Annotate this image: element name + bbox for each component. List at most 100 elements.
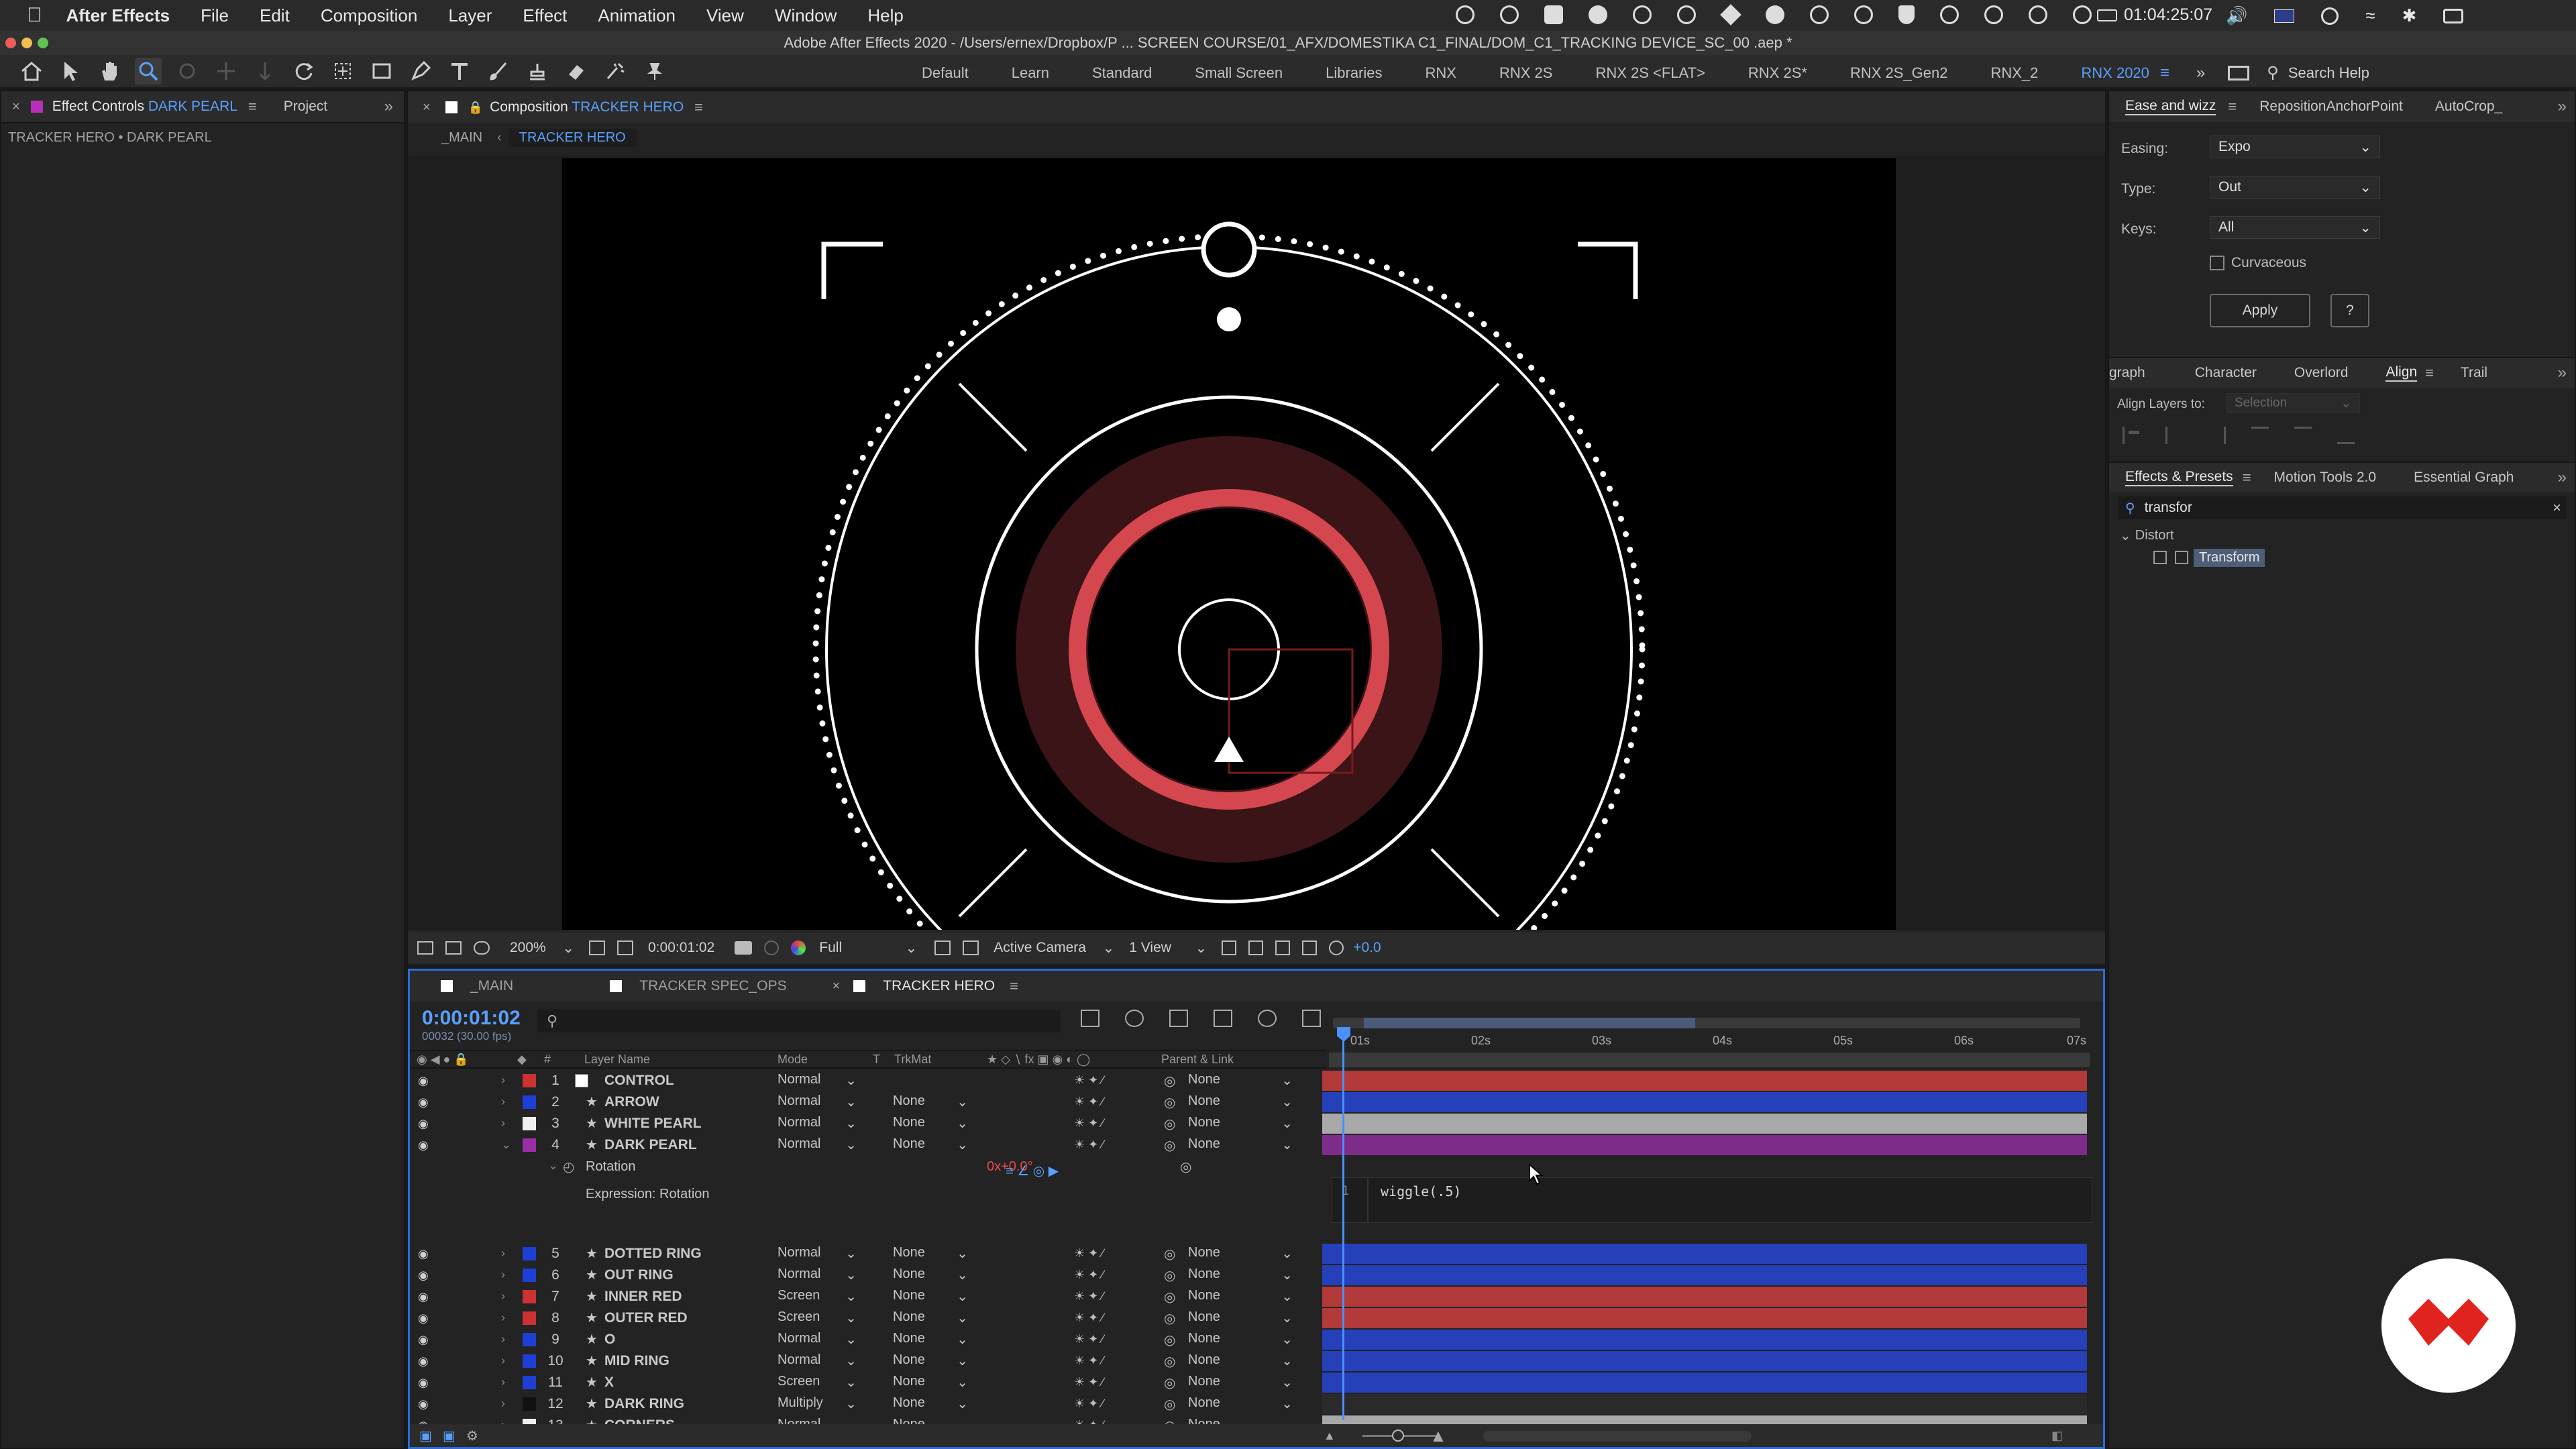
layer-row[interactable]: ◉ › 2 ★ ARROW Normal ⌄ None ⌄ ☀ ✦ ∕ ◎ None ⌄ xyxy=(410,1091,2103,1113)
status-icon[interactable] xyxy=(1854,5,1873,24)
graph-editor-icon[interactable] xyxy=(1302,1010,1321,1027)
zoom-tool-icon[interactable] xyxy=(135,58,162,85)
layer-row[interactable]: ◉ › 12 ★ DARK RING Multiply ⌄ None ⌄ ☀ ✦ ∕ ◎ None ⌄ xyxy=(410,1393,2103,1415)
clone-stamp-tool-icon[interactable] xyxy=(524,58,551,85)
workspace-learn[interactable]: Learn xyxy=(1012,64,1049,82)
label-color-icon[interactable] xyxy=(523,1290,536,1303)
layer-row[interactable]: ◉ › 7 ★ INNER RED Screen ⌄ None ⌄ ☀ ✦ ∕ ◎ None ⌄ xyxy=(410,1286,2103,1307)
trkmat-dropdown[interactable]: None ⌄ xyxy=(893,1352,973,1370)
label-color-icon[interactable] xyxy=(523,1138,536,1152)
trkmat-dropdown[interactable]: None ⌄ xyxy=(893,1267,973,1284)
workspace-rnx-2020[interactable]: RNX 2020 xyxy=(2081,64,2149,82)
label-color-icon[interactable] xyxy=(523,1269,536,1282)
type-tool-icon[interactable] xyxy=(446,58,473,85)
layer-name[interactable]: MID RING xyxy=(604,1353,669,1369)
pickwhip-icon[interactable]: ◎ xyxy=(1164,1137,1175,1154)
chevron-right-icon[interactable]: › xyxy=(501,1268,505,1282)
align-vertical-center-icon[interactable] xyxy=(2294,427,2312,444)
checkbox-box[interactable] xyxy=(2210,256,2224,270)
mode-dropdown[interactable]: Normal ⌄ xyxy=(777,1093,862,1111)
rotation-tool-icon[interactable] xyxy=(290,58,317,85)
time-ruler[interactable]: 01s 02s 03s 04s 05s 06s 07s xyxy=(1329,1011,2100,1069)
workspace-standard[interactable]: Standard xyxy=(1092,64,1152,82)
shield-icon[interactable] xyxy=(1898,5,1915,24)
frame-blending-icon[interactable] xyxy=(1214,1010,1232,1027)
panel-menu-icon[interactable]: ≡ xyxy=(2425,364,2434,382)
motion-blur-icon[interactable] xyxy=(1258,1010,1277,1027)
chevron-right-icon[interactable]: › xyxy=(501,1073,505,1087)
anchor-point-tool-icon[interactable] xyxy=(329,58,356,85)
trkmat-dropdown[interactable]: None ⌄ xyxy=(893,1374,973,1391)
align-left-icon[interactable] xyxy=(2123,427,2140,444)
layer-name[interactable]: WHITE PEARL xyxy=(604,1116,702,1132)
viewer-timecode[interactable]: 0:00:01:02 xyxy=(648,940,714,956)
trkmat-dropdown[interactable]: None ⌄ xyxy=(893,1245,973,1263)
trkmat-dropdown[interactable]: None ⌄ xyxy=(893,1395,973,1413)
menu-effect[interactable]: Effect xyxy=(523,5,567,26)
layer-duration-bar[interactable] xyxy=(1322,1071,2087,1091)
layer-switches-icons[interactable]: ☀ ✦ ∕ xyxy=(1074,1095,1104,1109)
layer-row[interactable]: ◉ › 5 ★ DOTTED RING Normal ⌄ None ⌄ ☀ ✦ ∕ ◎ None ⌄ xyxy=(410,1243,2103,1265)
trkmat-dropdown[interactable]: None ⌄ xyxy=(893,1136,973,1154)
layer-duration-bar[interactable] xyxy=(1322,1351,2087,1371)
align-target-dropdown[interactable]: Selection ⌄ xyxy=(2226,393,2360,413)
clock[interactable]: 01:04:25:07 xyxy=(2097,5,2212,25)
minimize-window-icon[interactable] xyxy=(21,38,32,48)
chevron-right-icon[interactable]: › xyxy=(501,1375,505,1389)
tab-reposition-anchor[interactable]: RepositionAnchorPoint xyxy=(2259,99,2403,115)
layer-row[interactable]: ◉ › 1 CONTROL Normal ⌄ ☀ ✦ ∕ ◎ None ⌄ xyxy=(410,1070,2103,1091)
apple-icon[interactable]:  xyxy=(27,4,42,27)
tab-align[interactable]: Align xyxy=(2385,364,2418,382)
breadcrumb-main[interactable]: _MAIN xyxy=(441,130,482,146)
panel-menu-icon[interactable]: ≡ xyxy=(2228,98,2237,115)
parent-dropdown[interactable]: None ⌄ xyxy=(1188,1115,1298,1132)
workspace-default[interactable]: Default xyxy=(922,64,969,82)
always-preview-icon[interactable] xyxy=(417,941,433,955)
layer-duration-bar[interactable] xyxy=(1322,1308,2087,1328)
eraser-tool-icon[interactable] xyxy=(563,58,590,85)
eye-icon[interactable]: ◉ xyxy=(418,1354,429,1368)
parent-dropdown[interactable]: None ⌄ xyxy=(1188,1288,1298,1305)
work-area-bar[interactable] xyxy=(1364,1018,1695,1028)
workspace-rnx-2s-gen2[interactable]: RNX 2S_Gen2 xyxy=(1850,64,1948,82)
zoom-out-icon[interactable]: ▲ xyxy=(1324,1429,1336,1443)
mode-dropdown[interactable]: Normal ⌄ xyxy=(777,1267,862,1284)
layer-row[interactable]: ◉ › 11 ★ X Screen ⌄ None ⌄ ☀ ✦ ∕ ◎ None ⌄ xyxy=(410,1372,2103,1393)
tab-autocrop[interactable]: AutoCrop_ xyxy=(2435,99,2502,115)
eye-icon[interactable]: ◉ xyxy=(418,1333,429,1347)
align-bottom-icon[interactable] xyxy=(2337,427,2355,444)
pickwhip-icon[interactable]: ◎ xyxy=(1164,1310,1175,1327)
chevron-right-icon[interactable]: › xyxy=(501,1354,505,1368)
selection-tool-icon[interactable] xyxy=(57,58,84,85)
workspace-rnx-2s-flat[interactable]: RNX 2S <FLAT> xyxy=(1595,64,1705,82)
eye-icon[interactable]: ◉ xyxy=(418,1311,429,1326)
panel-menu-icon[interactable]: ≡ xyxy=(2243,469,2251,486)
layer-name[interactable]: OUT RING xyxy=(604,1267,674,1283)
tab-overlord[interactable]: Overlord xyxy=(2294,365,2349,381)
play-icon[interactable] xyxy=(1940,5,1959,24)
layer-switches-icons[interactable]: ☀ ✦ ∕ xyxy=(1074,1332,1104,1346)
layer-name[interactable]: X xyxy=(604,1375,614,1391)
pen-tool-icon[interactable] xyxy=(407,58,434,85)
timeline-search-input[interactable]: ⚲ xyxy=(537,1010,1061,1032)
comp-canvas[interactable] xyxy=(562,158,1896,1066)
status-icon[interactable] xyxy=(1810,5,1829,24)
layer-row[interactable]: ◉ › 9 ★ O Normal ⌄ None ⌄ ☀ ✦ ∕ ◎ None ⌄ xyxy=(410,1329,2103,1350)
roto-brush-tool-icon[interactable] xyxy=(602,58,629,85)
clear-search-icon[interactable]: × xyxy=(2553,499,2561,517)
parent-dropdown[interactable]: None ⌄ xyxy=(1188,1309,1298,1327)
panel-menu-icon[interactable]: ≡ xyxy=(248,98,257,115)
workspace-small-screen[interactable]: Small Screen xyxy=(1195,64,1283,82)
timeline-icon[interactable] xyxy=(1275,941,1291,955)
pickwhip-icon[interactable]: ◎ xyxy=(1164,1353,1175,1370)
align-right-icon[interactable] xyxy=(2208,427,2226,444)
parent-dropdown[interactable]: None ⌄ xyxy=(1188,1245,1298,1263)
pickwhip-icon[interactable]: ◎ xyxy=(1164,1289,1175,1305)
eye-icon[interactable]: ◉ xyxy=(418,1247,429,1261)
tab-timeline-tracker-hero[interactable]: TRACKER HERO xyxy=(883,978,995,994)
zoom-dropdown[interactable]: 200% ⌄ xyxy=(510,940,574,957)
workspace-libraries[interactable]: Libraries xyxy=(1326,64,1382,82)
work-area-track[interactable] xyxy=(1333,1018,2080,1028)
eye-icon[interactable]: ◉ xyxy=(418,1138,429,1152)
workspace-rnx[interactable]: RNX xyxy=(1426,64,1456,82)
